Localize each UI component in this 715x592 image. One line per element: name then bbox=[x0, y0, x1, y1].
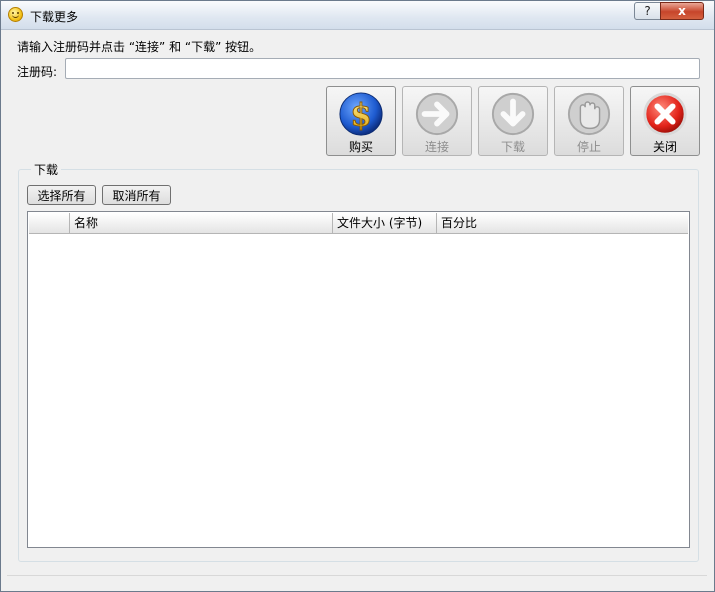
download-button[interactable]: 下载 bbox=[478, 86, 548, 156]
column-checkbox[interactable] bbox=[29, 213, 70, 233]
close-label: 关闭 bbox=[652, 140, 677, 154]
window-close-button[interactable]: x bbox=[660, 2, 704, 20]
column-file-size[interactable]: 文件大小 (字节) bbox=[333, 213, 437, 233]
svg-text:$: $ bbox=[350, 98, 371, 134]
column-percent[interactable]: 百分比 bbox=[437, 213, 688, 233]
connect-button[interactable]: 连接 bbox=[402, 86, 472, 156]
column-name[interactable]: 名称 bbox=[70, 213, 333, 233]
stop-label: 停止 bbox=[576, 140, 601, 154]
download-list[interactable]: 名称 文件大小 (字节) 百分比 bbox=[27, 211, 690, 548]
title-bar[interactable]: 下载更多 ? x bbox=[1, 1, 714, 30]
registration-label: 注册码: bbox=[17, 65, 58, 79]
buy-label: 购买 bbox=[348, 140, 373, 154]
connect-label: 连接 bbox=[424, 140, 449, 154]
hand-stop-icon bbox=[567, 92, 611, 136]
deselect-all-button[interactable]: 取消所有 bbox=[102, 185, 171, 205]
smiley-app-icon bbox=[8, 7, 23, 22]
download-group-title: 下载 bbox=[31, 161, 62, 178]
instruction-text: 请输入注册码并点击 “连接” 和 “下载” 按钮。 bbox=[17, 40, 262, 54]
arrow-right-icon bbox=[415, 92, 459, 136]
close-button[interactable]: 关闭 bbox=[630, 86, 700, 156]
select-all-button[interactable]: 选择所有 bbox=[27, 185, 96, 205]
registration-code-input[interactable] bbox=[65, 58, 700, 79]
close-x-icon bbox=[643, 92, 687, 136]
list-header: 名称 文件大小 (字节) 百分比 bbox=[29, 213, 688, 234]
download-more-window: 下载更多 ? x 请输入注册码并点击 “连接” 和 “下载” 按钮。 注册码: … bbox=[0, 0, 715, 592]
download-label: 下载 bbox=[500, 140, 525, 154]
arrow-down-icon bbox=[491, 92, 535, 136]
status-bar bbox=[7, 575, 707, 586]
buy-button[interactable]: $ 购买 bbox=[326, 86, 396, 156]
stop-button[interactable]: 停止 bbox=[554, 86, 624, 156]
window-title: 下载更多 bbox=[30, 10, 79, 24]
dollar-coin-icon: $ bbox=[339, 92, 383, 136]
help-button[interactable]: ? bbox=[634, 2, 661, 20]
